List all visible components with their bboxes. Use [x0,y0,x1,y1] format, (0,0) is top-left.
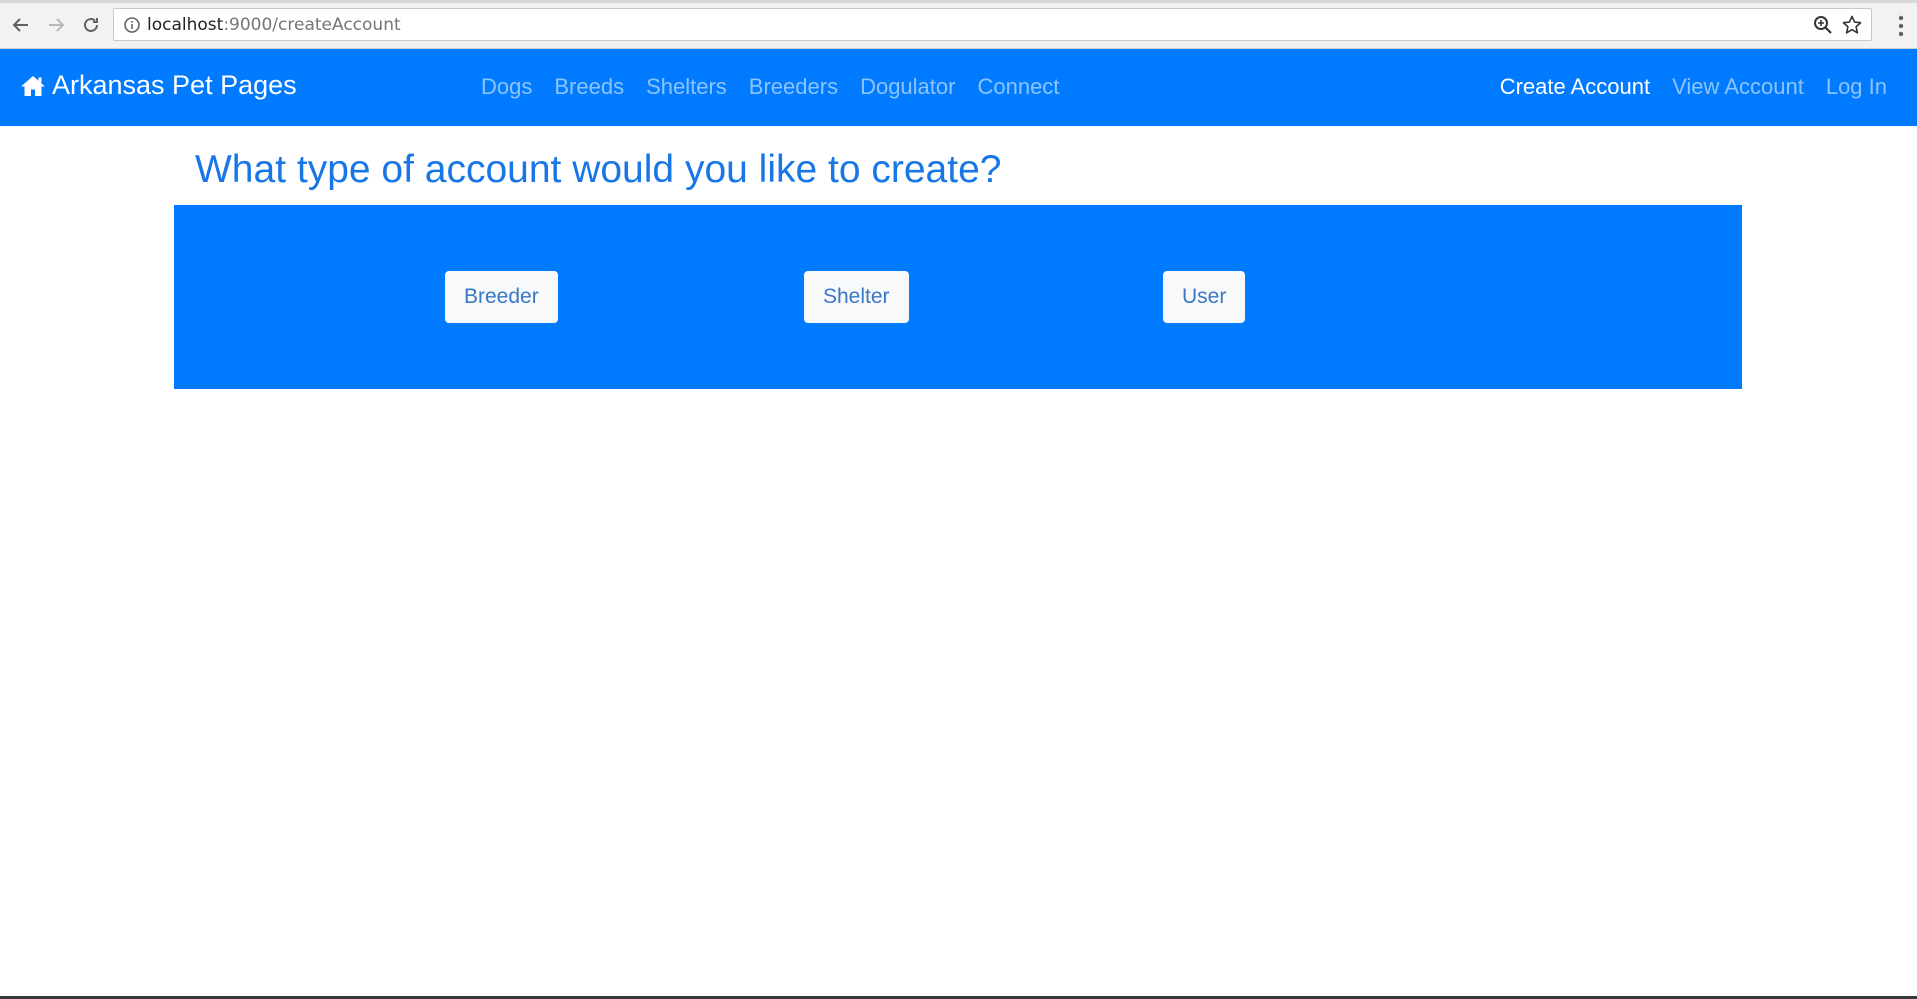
account-type-panel: Breeder Shelter User [174,205,1742,389]
address-bar[interactable]: localhost:9000/createAccount [113,8,1872,41]
nav-link-shelters[interactable]: Shelters [646,74,727,100]
user-button[interactable]: User [1163,271,1246,323]
account-nav: Create Account View Account Log In [1500,74,1887,100]
nav-link-breeds[interactable]: Breeds [554,74,624,100]
reload-icon[interactable] [77,11,105,39]
forward-arrow-icon[interactable] [42,11,70,39]
main-nav: Dogs Breeds Shelters Breeders Dogulator … [481,74,1059,100]
home-icon [21,75,45,96]
nav-link-connect[interactable]: Connect [977,74,1059,100]
breeder-button[interactable]: Breeder [445,271,558,323]
nav-link-dogs[interactable]: Dogs [481,74,532,100]
nav-link-dogulator[interactable]: Dogulator [860,74,955,100]
nav-link-log-in[interactable]: Log In [1826,74,1887,100]
back-arrow-icon[interactable] [7,11,35,39]
url-text[interactable]: localhost:9000/createAccount [147,15,401,35]
nav-link-create-account[interactable]: Create Account [1500,74,1650,100]
shelter-button[interactable]: Shelter [804,271,909,323]
brand-text: Arkansas Pet Pages [52,70,297,100]
url-host: localhost [147,15,224,35]
info-icon[interactable] [123,16,141,34]
page-title: What type of account would you like to c… [195,148,1002,191]
star-icon[interactable] [1841,14,1863,36]
zoom-icon[interactable] [1813,15,1833,35]
nav-link-view-account[interactable]: View Account [1672,74,1804,100]
site-navbar: Arkansas Pet Pages Dogs Breeds Shelters … [0,49,1917,126]
kebab-menu-icon[interactable] [1891,13,1911,39]
nav-link-breeders[interactable]: Breeders [749,74,838,100]
brand-link[interactable]: Arkansas Pet Pages [20,70,297,101]
url-path: :9000/createAccount [223,15,401,35]
browser-toolbar: localhost:9000/createAccount [0,3,1917,49]
